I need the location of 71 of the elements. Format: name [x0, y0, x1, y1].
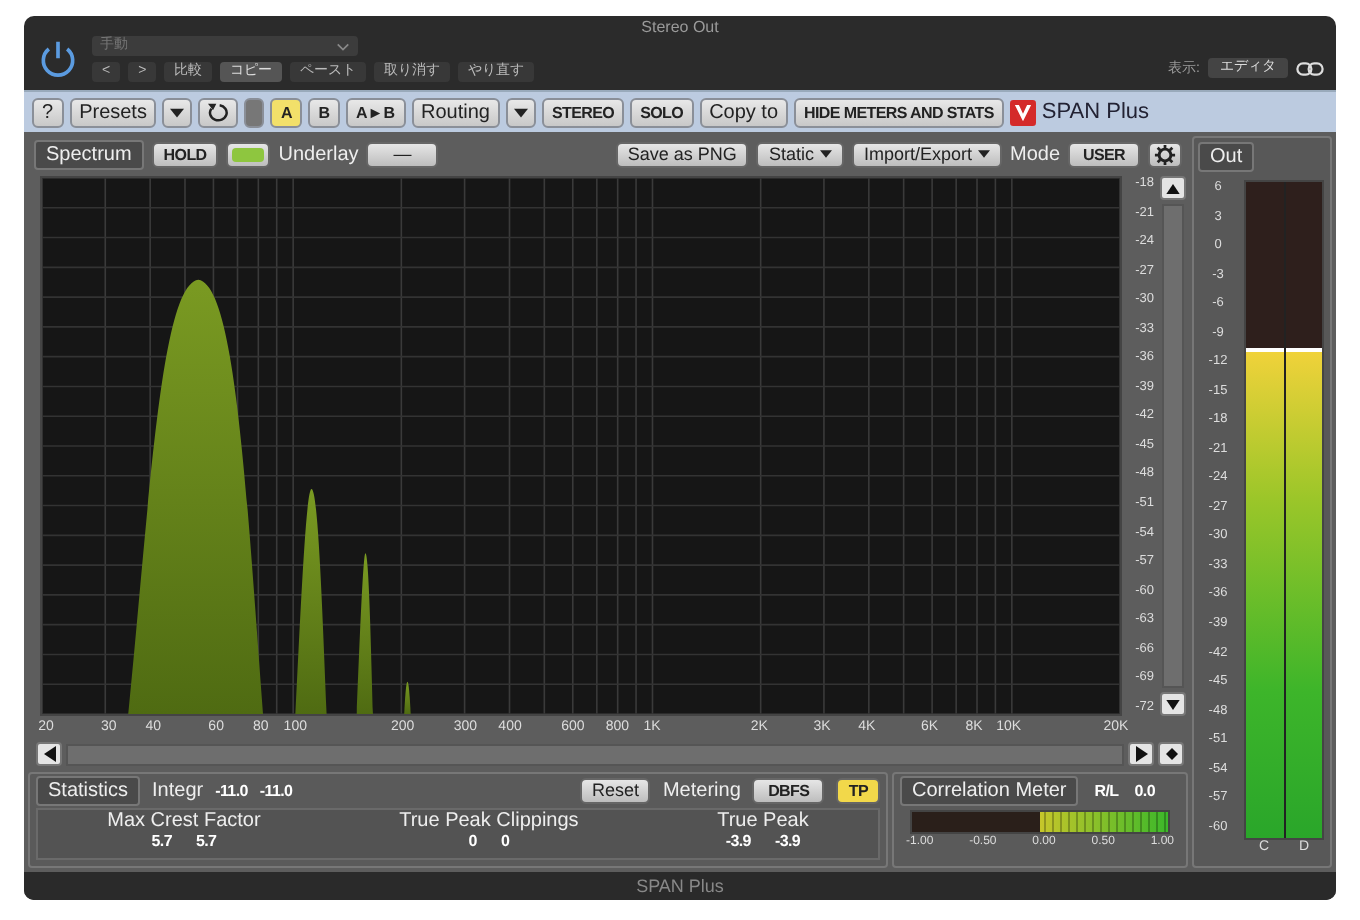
ab-button[interactable]: A [270, 97, 303, 128]
integrated-label: Integr [152, 779, 204, 801]
correlation-title: Correlation Meter [900, 775, 1079, 805]
right-arrow-icon [1135, 746, 1147, 762]
routing-button[interactable]: Routing [411, 97, 500, 128]
ab-button[interactable]: B [308, 97, 341, 128]
static-dropdown[interactable]: Static [756, 141, 844, 167]
metering-label: Metering [662, 779, 741, 801]
blank-button[interactable] [244, 97, 265, 128]
channel-label: R/L [1094, 781, 1119, 799]
correlation-value: 0.0 [1134, 781, 1155, 799]
power-icon[interactable] [36, 37, 80, 81]
caret-icon [977, 150, 990, 158]
statistic-label: Max Crest Factor [107, 810, 261, 832]
brand-name: SPAN Plus [1041, 100, 1150, 125]
logo-icon [1009, 99, 1036, 126]
caret-icon [513, 107, 528, 118]
zoom-reset-button[interactable] [1158, 742, 1184, 766]
undo-icon [206, 102, 231, 123]
output-title: Out [1198, 142, 1255, 172]
statistic-label: True Peak Clippings [399, 810, 579, 832]
diamond-icon [1165, 746, 1177, 762]
presets-menu-button[interactable] [162, 97, 193, 128]
integrated-value: -11.0 [215, 781, 248, 799]
integrated-value: -11.0 [259, 781, 293, 799]
save-png-button[interactable]: Save as PNG [615, 141, 749, 167]
presets-button[interactable]: Presets [69, 97, 157, 128]
footer-title: SPAN Plus [636, 876, 724, 896]
statistic-value: 0 [468, 832, 477, 850]
statistic-value: -3.9 [725, 832, 751, 850]
statistic-label: True Peak [717, 810, 809, 832]
caret-icon [819, 150, 832, 158]
chevron-icon [336, 41, 350, 51]
hold-button[interactable]: HOLD [151, 141, 219, 167]
stereo-button[interactable]: STEREO [541, 97, 625, 128]
link-icon[interactable] [1296, 59, 1324, 77]
scroll-up-button[interactable] [1159, 176, 1185, 200]
hide-meters-button[interactable]: HIDE METERS AND STATS [794, 97, 1004, 128]
help-button[interactable]: ? [32, 97, 64, 128]
up-arrow-icon [1165, 183, 1179, 193]
caret-icon [170, 107, 185, 118]
copy-to-button[interactable]: Copy to [699, 97, 789, 128]
solo-button[interactable]: SOLO [630, 97, 694, 128]
statistic-value: 5.7 [151, 832, 172, 850]
hold-toggle[interactable] [226, 141, 271, 167]
scroll-down-button[interactable] [1159, 692, 1185, 716]
statistic-value: -3.9 [774, 832, 801, 850]
scroll-left-button[interactable] [36, 742, 62, 766]
import-export-dropdown[interactable]: Import/Export [851, 141, 1002, 167]
horizontal-scrollbar[interactable] [66, 743, 1124, 765]
routing-menu-button[interactable] [505, 97, 536, 128]
undo-button[interactable] [198, 97, 239, 128]
ab-button[interactable]: A►B [346, 97, 406, 128]
scroll-right-button[interactable] [1128, 742, 1154, 766]
settings-button[interactable] [1148, 141, 1182, 167]
underlay-label: Underlay [278, 143, 359, 165]
reset-button[interactable]: Reset [579, 777, 651, 803]
underlay-dropdown[interactable]: — [366, 141, 439, 167]
left-arrow-icon [43, 746, 55, 762]
metering-dropdown[interactable]: DBFS [752, 777, 825, 803]
true-peak-button[interactable]: TP [836, 777, 880, 803]
spectrum-tab[interactable]: Spectrum [34, 139, 144, 169]
statistic-value: 0 [500, 832, 510, 850]
statistics-tab[interactable]: Statistics [36, 775, 141, 805]
statistic-value: 5.7 [195, 832, 217, 850]
window-title: Stereo Out [639, 16, 721, 36]
vertical-scrollbar[interactable] [1161, 204, 1183, 688]
down-arrow-icon [1165, 699, 1179, 709]
mode-dropdown[interactable]: USER [1068, 141, 1140, 167]
mode-label: Mode [1009, 143, 1060, 165]
settings-icon [1154, 143, 1176, 165]
